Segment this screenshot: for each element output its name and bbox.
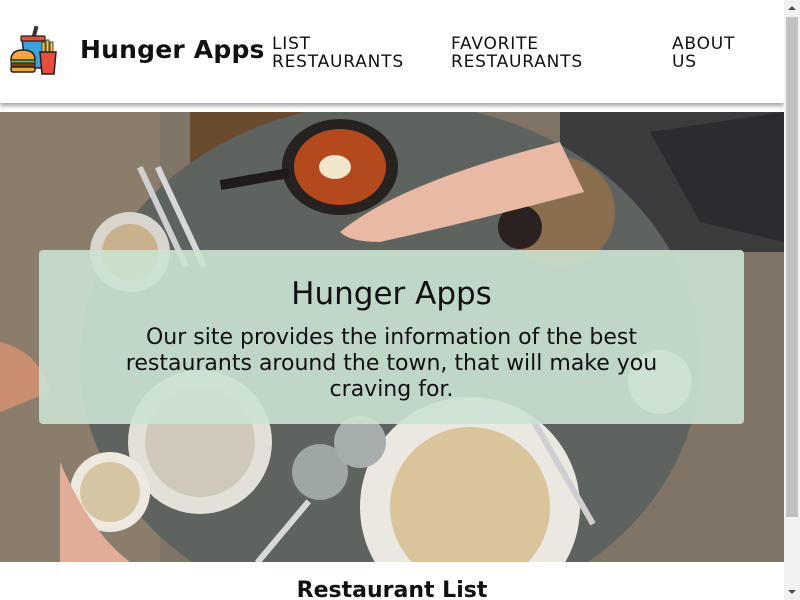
restaurant-list-heading: Restaurant List	[296, 578, 488, 600]
app-header: Hunger Apps LIST RESTAURANTS FAVORITE RE…	[0, 0, 784, 103]
hero-section: Hunger Apps Our site provides the inform…	[0, 112, 784, 562]
scrollbar-thumb[interactable]	[786, 17, 798, 517]
nav-list-restaurants[interactable]: LIST RESTAURANTS	[272, 35, 422, 71]
app: Hunger Apps LIST RESTAURANTS FAVORITE RE…	[0, 0, 784, 600]
nav-about-us[interactable]: ABOUT US	[672, 35, 762, 71]
brand-title[interactable]: Hunger Apps	[80, 35, 265, 64]
nav-favorite-restaurants[interactable]: FAVORITE RESTAURANTS	[451, 35, 621, 71]
fastfood-icon	[10, 25, 57, 75]
vertical-scrollbar[interactable]	[784, 0, 800, 600]
hero-card: Hunger Apps Our site provides the inform…	[39, 250, 744, 424]
hero-description: Our site provides the information of the…	[125, 325, 658, 402]
hero-title: Hunger Apps	[291, 276, 492, 312]
scroll-down-arrow-icon[interactable]	[784, 584, 800, 600]
scroll-up-arrow-icon[interactable]	[784, 0, 800, 16]
